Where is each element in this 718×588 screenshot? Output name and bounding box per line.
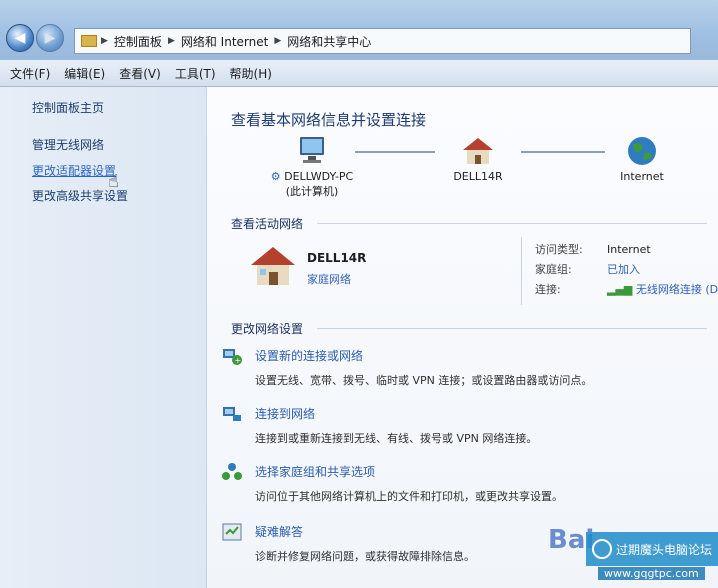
menu-view[interactable]: 查看(V) [119,65,161,82]
sidebar-item-change-adapter[interactable]: 更改适配器设置 [32,162,116,179]
menu-tools[interactable]: 工具(T) [175,65,216,82]
homegroup-link[interactable]: 已加入 [607,263,640,276]
connection-line [355,151,435,153]
homegroup-row: 家庭组: 已加入 [535,261,640,277]
task-homegroup-sharing[interactable]: 选择家庭组和共享选项 访问位于其他网络计算机上的文件和打印机，或更改共享设置。 [222,463,563,504]
task-description: 访问位于其他网络计算机上的文件和打印机，或更改共享设置。 [255,490,563,503]
connection-label: 连接: [535,283,561,296]
network-type-link[interactable]: 家庭网络 [307,271,351,287]
home-network-icon [251,247,295,285]
forum-url: www.gqgtpc.com [598,567,705,580]
connection-row: 连接: ▂▄▆ 无线网络连接 (DELL [535,281,718,297]
page-title: 查看基本网络信息并设置连接 [231,111,427,129]
hand-cursor-icon: ☝ [108,171,119,192]
sidebar: 控制面板主页 管理无线网络 更改适配器设置 更改高级共享设置 [0,87,207,588]
pc-sub-label: (此计算机) [285,185,339,198]
computer-icon [300,137,324,163]
task-description: 设置无线、宽带、拨号、临时或 VPN 连接；或设置路由器或访问点。 [255,374,593,387]
menu-edit[interactable]: 编辑(E) [64,65,105,82]
main-panel: 查看基本网络信息并设置连接 ⚙ DELLWDY-PC (此计算机) DELL14… [207,87,718,588]
section-change-settings: 更改网络设置 [231,322,304,336]
task-title[interactable]: 设置新的连接或网络 [255,347,592,364]
home-network-icon [463,138,493,164]
address-bar[interactable]: ▶ 控制面板 ▶ 网络和 Internet ▶ 网络和共享中心 [74,28,691,54]
map-node-internet[interactable]: Internet [607,135,677,183]
task-troubleshoot[interactable]: 疑难解答 诊断并修复网络问题，或获得故障排除信息。 [222,523,475,564]
task-title[interactable]: 疑难解答 [255,523,475,540]
task-title[interactable]: 选择家庭组和共享选项 [255,463,563,480]
signal-icon: ▂▄▆ [607,283,633,296]
section-active-networks: 查看活动网络 [231,217,304,231]
map-node-computer[interactable]: ⚙ DELLWDY-PC (此计算机) [257,135,367,199]
back-button[interactable]: ◀ [6,24,34,52]
new-connection-icon: + [223,349,242,365]
task-setup-connection[interactable]: + 设置新的连接或网络 设置无线、宽带、拨号、临时或 VPN 连接；或设置路由器… [223,347,593,388]
forum-logo-icon [592,539,612,559]
chevron-right-icon: ▶ [274,36,282,46]
folder-icon [81,35,97,47]
breadcrumb-network-internet[interactable]: 网络和 Internet [181,33,268,50]
active-network-name: DELL14R [307,251,367,265]
forum-watermark: 过期魔头电脑论坛 [586,532,718,566]
globe-icon [628,137,656,165]
task-connect-network[interactable]: 连接到网络 连接到或重新连接到无线、有线、拨号或 VPN 网络连接。 [223,405,538,446]
divider [317,328,707,329]
task-description: 诊断并修复网络问题，或获得故障排除信息。 [255,550,475,563]
map-node-computer-label: ⚙ DELLWDY-PC [270,170,354,183]
chevron-right-icon: ▶ [167,36,175,46]
task-description: 连接到或重新连接到无线、有线、拨号或 VPN 网络连接。 [255,432,538,445]
access-type-value: Internet [607,243,651,256]
router-label: DELL14R [453,170,503,183]
troubleshoot-icon [222,523,242,541]
homegroup-label: 家庭组: [535,263,572,276]
menu-file[interactable]: 文件(F) [10,65,50,82]
connection-link[interactable]: 无线网络连接 (DELL [636,283,718,296]
map-node-router[interactable]: DELL14R [443,135,513,183]
sidebar-item-control-panel-home[interactable]: 控制面板主页 [32,99,104,116]
pc-name: DELLWDY-PC [284,170,354,183]
access-type-row: 访问类型: Internet [535,241,651,257]
sidebar-item-manage-wireless[interactable]: 管理无线网络 [32,136,104,153]
task-title[interactable]: 连接到网络 [255,405,537,422]
forum-name: 过期魔头电脑论坛 [616,542,713,557]
svg-text:+: + [235,356,242,365]
menu-bar: 文件(F) 编辑(E) 查看(V) 工具(T) 帮助(H) [0,60,718,87]
connect-network-icon [223,407,241,421]
internet-label: Internet [620,170,664,183]
access-type-label: 访问类型: [535,243,583,256]
divider [521,237,522,305]
title-bar: ◀ ▶ ▶ 控制面板 ▶ 网络和 Internet ▶ 网络和共享中心 [0,0,718,60]
breadcrumb-control-panel[interactable]: 控制面板 [114,33,162,50]
breadcrumb-network-sharing[interactable]: 网络和共享中心 [287,33,371,50]
chevron-right-icon: ▶ [101,36,108,46]
divider [317,223,707,224]
menu-help[interactable]: 帮助(H) [230,65,272,82]
homegroup-icon [222,463,242,480]
forward-button[interactable]: ▶ [36,24,64,52]
connection-line [521,151,605,153]
